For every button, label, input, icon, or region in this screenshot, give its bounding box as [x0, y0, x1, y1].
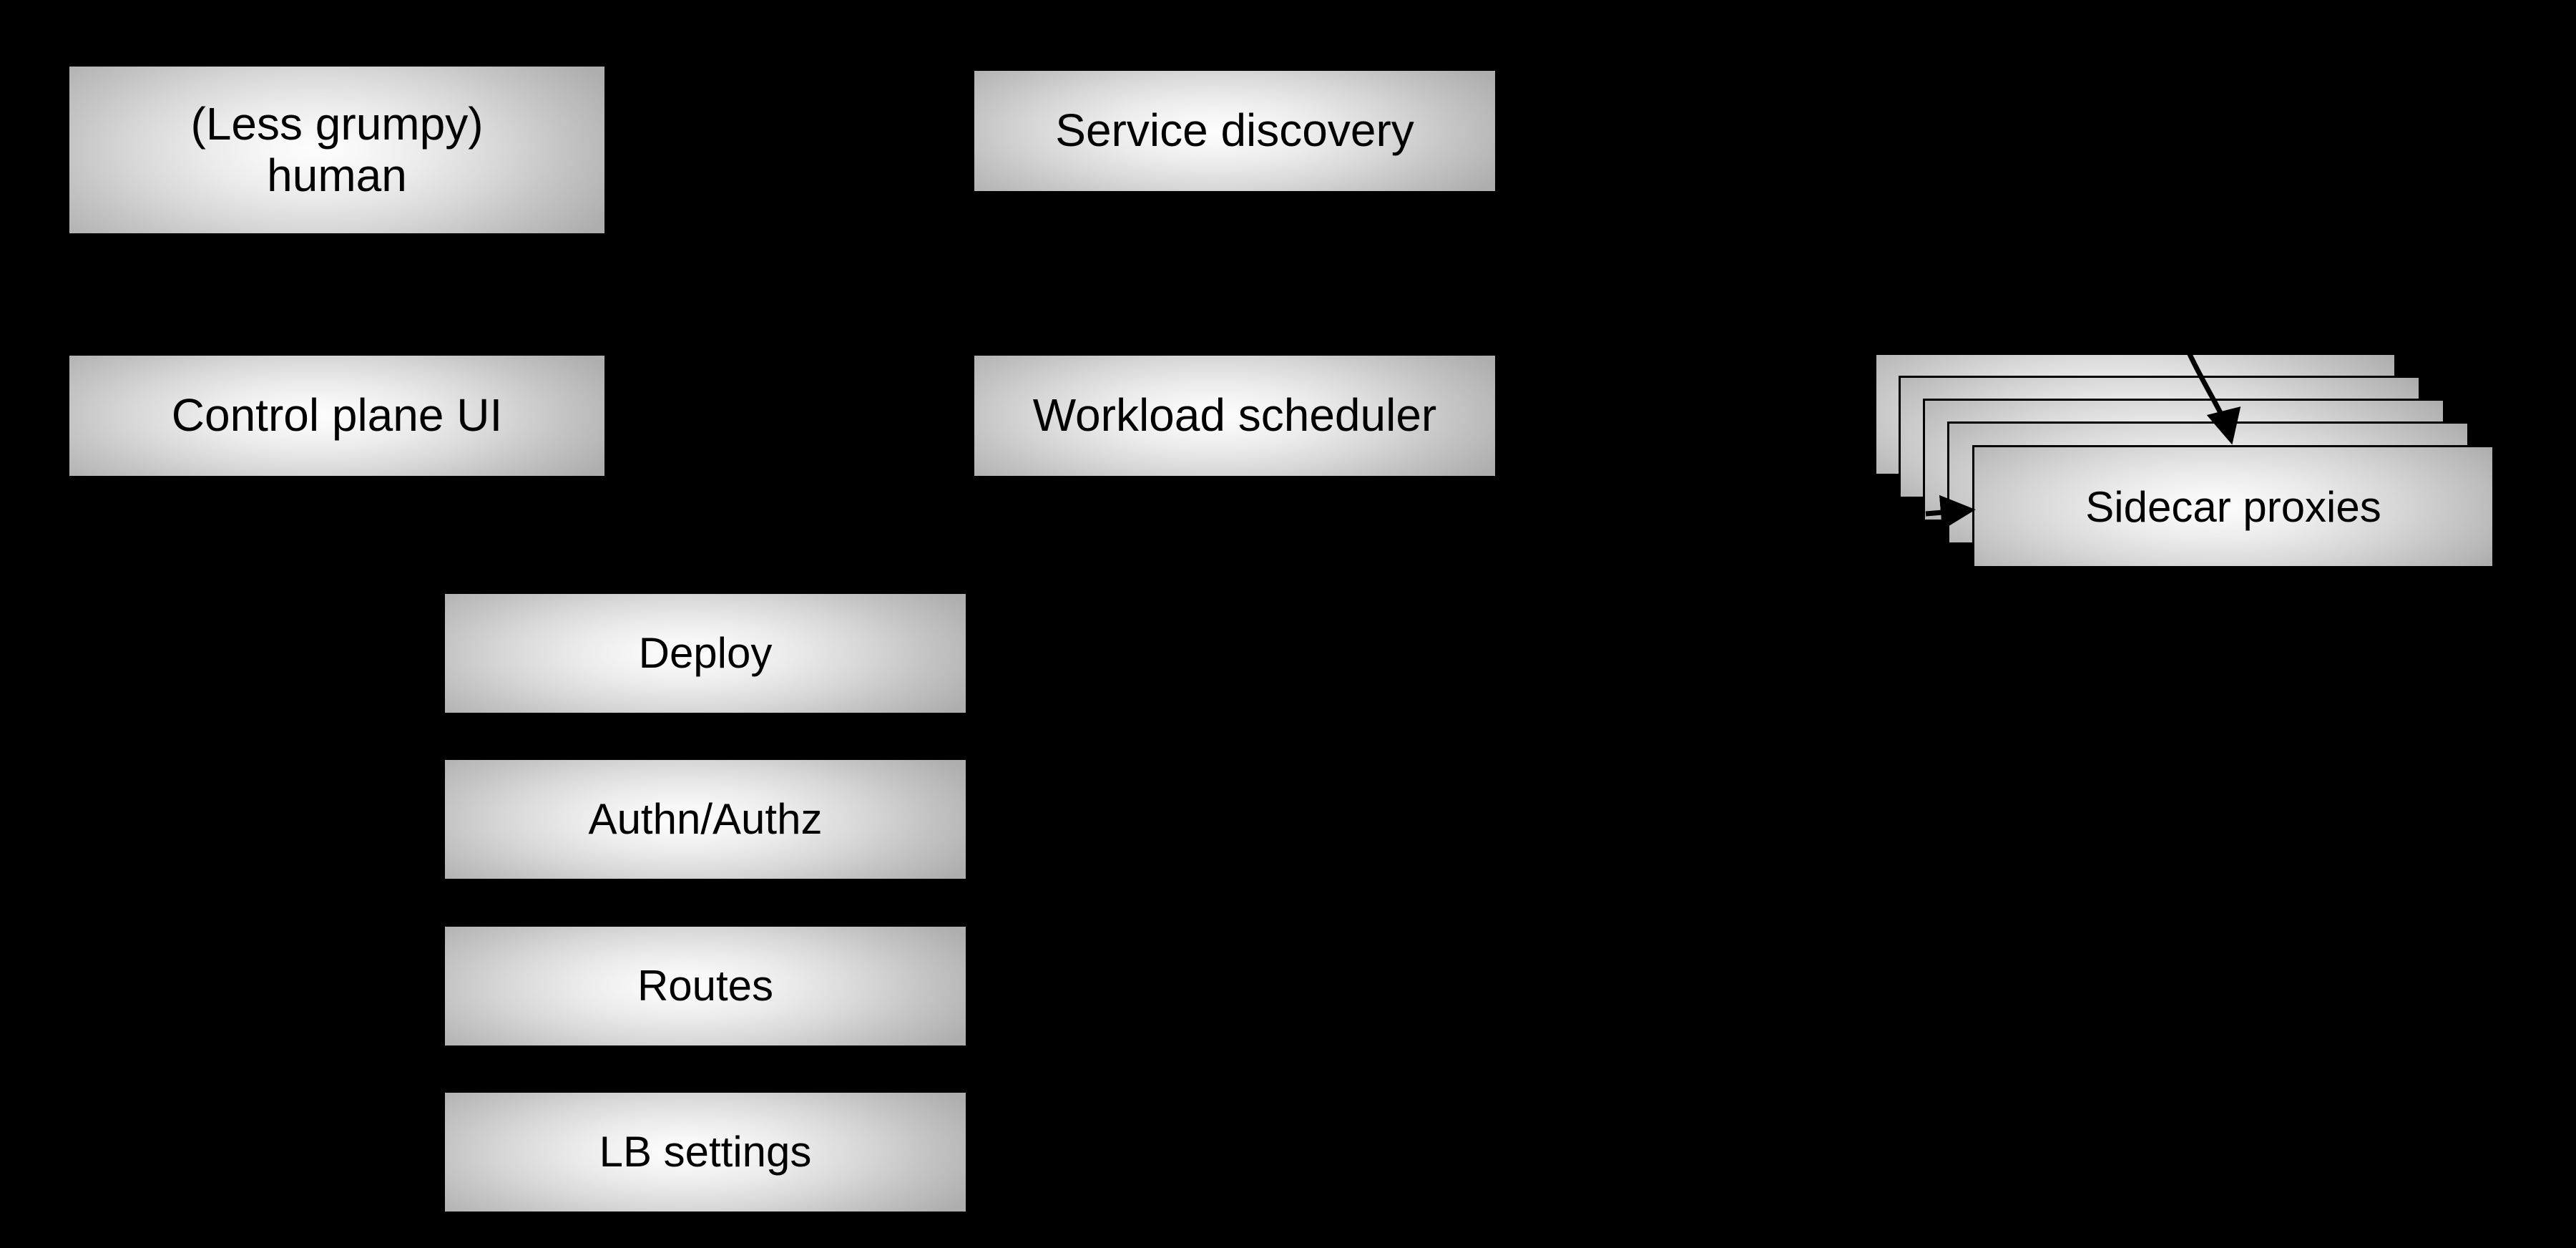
node-authn-authz[interactable]: Authn/Authz	[445, 760, 966, 879]
node-lb-settings[interactable]: LB settings	[445, 1093, 966, 1212]
node-label: Service discovery	[1055, 104, 1414, 157]
node-label: Control plane UI	[171, 389, 503, 442]
node-label: (Less grumpy) human	[190, 97, 484, 201]
node-label: Sidecar proxies	[2085, 482, 2381, 531]
node-service-discovery[interactable]: Service discovery	[974, 71, 1495, 191]
node-routes[interactable]: Routes	[445, 927, 966, 1045]
node-label: Workload scheduler	[1032, 389, 1437, 442]
node-label: LB settings	[599, 1128, 812, 1176]
node-deploy[interactable]: Deploy	[445, 594, 966, 713]
node-label: Routes	[637, 962, 774, 1010]
node-label: Authn/Authz	[588, 795, 823, 844]
node-less-grumpy-human[interactable]: (Less grumpy) human	[69, 67, 604, 233]
node-workload-scheduler[interactable]: Workload scheduler	[974, 356, 1495, 476]
node-control-plane-ui[interactable]: Control plane UI	[69, 356, 604, 476]
diagram-canvas: (Less grumpy) human Control plane UI Ser…	[0, 0, 2576, 1248]
stack-card-front[interactable]: Sidecar proxies	[1972, 445, 2494, 568]
node-sidecar-proxies-stack[interactable]: Sidecar proxies	[1874, 353, 2497, 571]
node-label: Deploy	[638, 629, 773, 678]
